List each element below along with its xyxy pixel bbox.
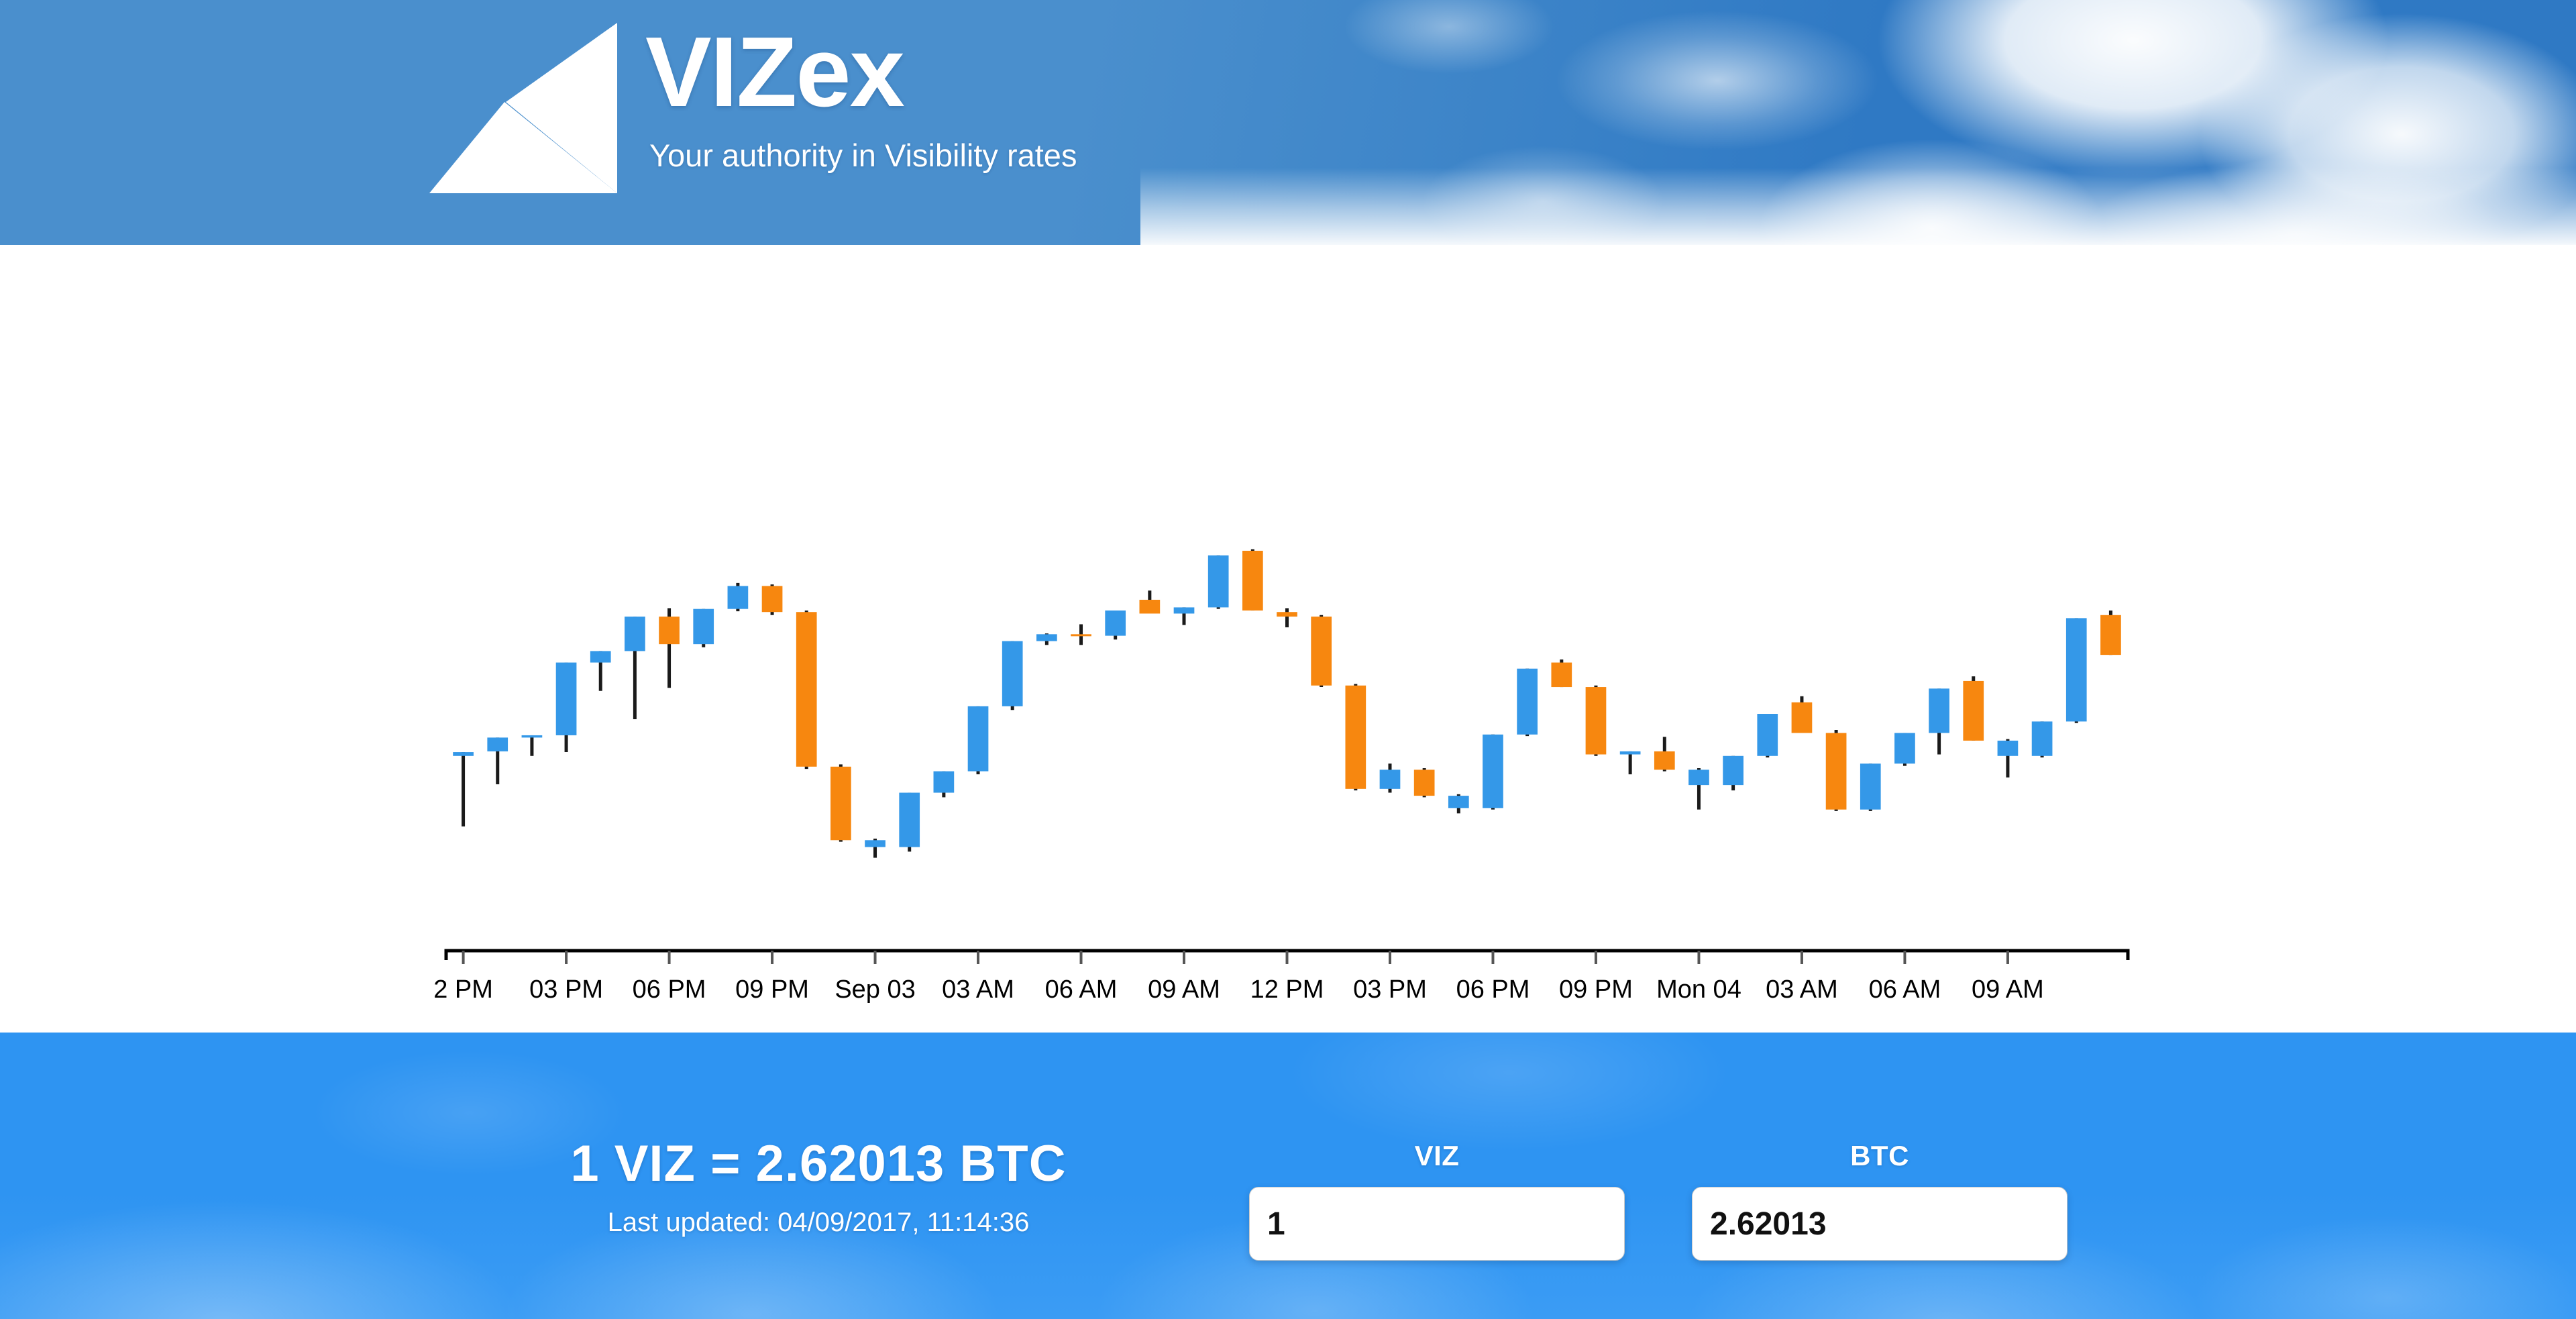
candle-body[interactable] <box>1963 680 1984 741</box>
vizex-triangle-logo-icon <box>429 23 617 193</box>
vizex-exchange-page: VIZex Your authority in Visibility rates… <box>0 0 2576 1319</box>
candle-body[interactable] <box>487 737 508 751</box>
x-axis-tick-label: 12 PM <box>1250 975 1324 1004</box>
header-cloud-fade <box>1140 168 2576 245</box>
candle-body[interactable] <box>1585 687 1607 755</box>
candlestick-chart-panel: 2 PM 03 PM 06 PM 09 PM Sep 03 03 AM 06 AM 09 AM… <box>0 245 2576 1033</box>
candle-body[interactable] <box>1723 755 1743 786</box>
brand-lockup[interactable]: VIZex Your authority in Visibility rates <box>424 8 1077 217</box>
candle-body[interactable] <box>1688 770 1709 786</box>
viz-amount-input[interactable] <box>1249 1187 1625 1261</box>
candle-body[interactable] <box>899 792 920 847</box>
candle-body[interactable] <box>2065 618 2087 722</box>
candle-body[interactable] <box>590 651 611 663</box>
candle-body[interactable] <box>830 766 851 841</box>
candlestick-series <box>453 549 2121 858</box>
x-axis-tick-label: 06 AM <box>1045 975 1118 1004</box>
x-axis-tick-label: 06 AM <box>1869 975 1941 1004</box>
page-title: VIZex <box>645 17 905 127</box>
candle-body[interactable] <box>1139 599 1161 614</box>
exchange-rate-text: 1 VIZ = 2.62013 BTC <box>570 1135 1067 1192</box>
candle-body[interactable] <box>1413 770 1435 796</box>
candle-body[interactable] <box>1619 751 1641 755</box>
x-axis-tick-label: 2 PM <box>433 975 493 1004</box>
candle-body[interactable] <box>865 840 885 847</box>
candlestick-chart[interactable]: 2 PM 03 PM 06 PM 09 PM Sep 03 03 AM 06 AM 09 AM… <box>0 245 2576 1033</box>
candle-body[interactable] <box>967 706 989 772</box>
candle-body[interactable] <box>727 586 749 609</box>
viz-field-group: VIZ <box>1249 1140 1625 1261</box>
currency-converter-fields: VIZ BTC <box>1249 1140 2068 1261</box>
candle-body[interactable] <box>1551 662 1572 688</box>
candle-body[interactable] <box>625 617 645 651</box>
candle-body[interactable] <box>1894 733 1915 764</box>
brand-tagline: Your authority in Visibility rates <box>649 138 1077 173</box>
candle-body[interactable] <box>555 662 577 735</box>
candle-body[interactable] <box>1105 610 1126 636</box>
candle-body[interactable] <box>659 617 680 645</box>
candle-body[interactable] <box>1997 740 2019 756</box>
candle-body[interactable] <box>1345 685 1366 789</box>
candle-body[interactable] <box>2100 615 2121 655</box>
candle-body[interactable] <box>1791 702 1813 733</box>
x-axis-tick-label: 09 PM <box>1559 975 1633 1004</box>
exchange-rate-block: 1 VIZ = 2.62013 BTC Last updated: 04/09/… <box>443 1135 1194 1238</box>
candle-body[interactable] <box>1036 634 1057 641</box>
x-axis-tick-label: 03 AM <box>942 975 1014 1004</box>
site-header: VIZex Your authority in Visibility rates <box>0 0 2576 245</box>
btc-field-group: BTC <box>1692 1140 2068 1261</box>
candle-body[interactable] <box>453 752 474 756</box>
candle-body[interactable] <box>1654 751 1675 770</box>
candle-body[interactable] <box>1825 733 1847 810</box>
brand-text-block: VIZex Your authority in Visibility rates <box>645 8 1077 174</box>
candle-body[interactable] <box>1483 734 1503 808</box>
x-axis-tick-label: 06 PM <box>633 975 706 1004</box>
candle-body[interactable] <box>1277 612 1297 617</box>
x-axis-tick-label: Mon 04 <box>1656 975 1741 1004</box>
x-axis-tick-label: 03 PM <box>1353 975 1427 1004</box>
candle-body[interactable] <box>1929 688 1949 733</box>
candle-body[interactable] <box>1311 617 1332 686</box>
x-axis-tick-label: Sep 03 <box>835 975 915 1004</box>
candle-body[interactable] <box>1517 668 1538 735</box>
candle-body[interactable] <box>933 771 955 793</box>
candle-body[interactable] <box>1860 763 1881 810</box>
candle-body[interactable] <box>1448 796 1469 808</box>
last-updated-text: Last updated: 04/09/2017, 11:14:36 <box>607 1208 1030 1237</box>
candle-body[interactable] <box>1002 641 1023 706</box>
btc-amount-input[interactable] <box>1692 1187 2068 1261</box>
btc-field-label: BTC <box>1850 1140 1909 1171</box>
candle-body[interactable] <box>796 612 817 767</box>
candle-body[interactable] <box>1379 770 1401 789</box>
x-axis-tick-label: 06 PM <box>1456 975 1530 1004</box>
viz-field-label: VIZ <box>1414 1140 1460 1171</box>
candle-body[interactable] <box>1757 714 1778 756</box>
candle-body[interactable] <box>2031 721 2053 756</box>
x-axis-tick-label: 09 AM <box>1148 975 1220 1004</box>
x-axis-tick-label: 09 AM <box>1972 975 2044 1004</box>
x-axis-tick-label: 09 PM <box>735 975 809 1004</box>
chart-x-tick-labels: 2 PM 03 PM 06 PM 09 PM Sep 03 03 AM 06 AM 09 AM… <box>433 975 2044 1004</box>
x-axis-tick-label: 03 PM <box>529 975 603 1004</box>
candle-body[interactable] <box>1242 550 1263 611</box>
candle-body[interactable] <box>1208 555 1229 608</box>
candle-body[interactable] <box>1173 607 1195 614</box>
candle-body[interactable] <box>521 735 543 738</box>
candle-body[interactable] <box>1071 634 1091 637</box>
chart-x-axis <box>444 949 2130 964</box>
x-axis-tick-label: 03 AM <box>1766 975 1838 1004</box>
candle-body[interactable] <box>693 609 714 645</box>
converter-footer: 1 VIZ = 2.62013 BTC Last updated: 04/09/… <box>0 1033 2576 1319</box>
candle-body[interactable] <box>761 586 783 613</box>
